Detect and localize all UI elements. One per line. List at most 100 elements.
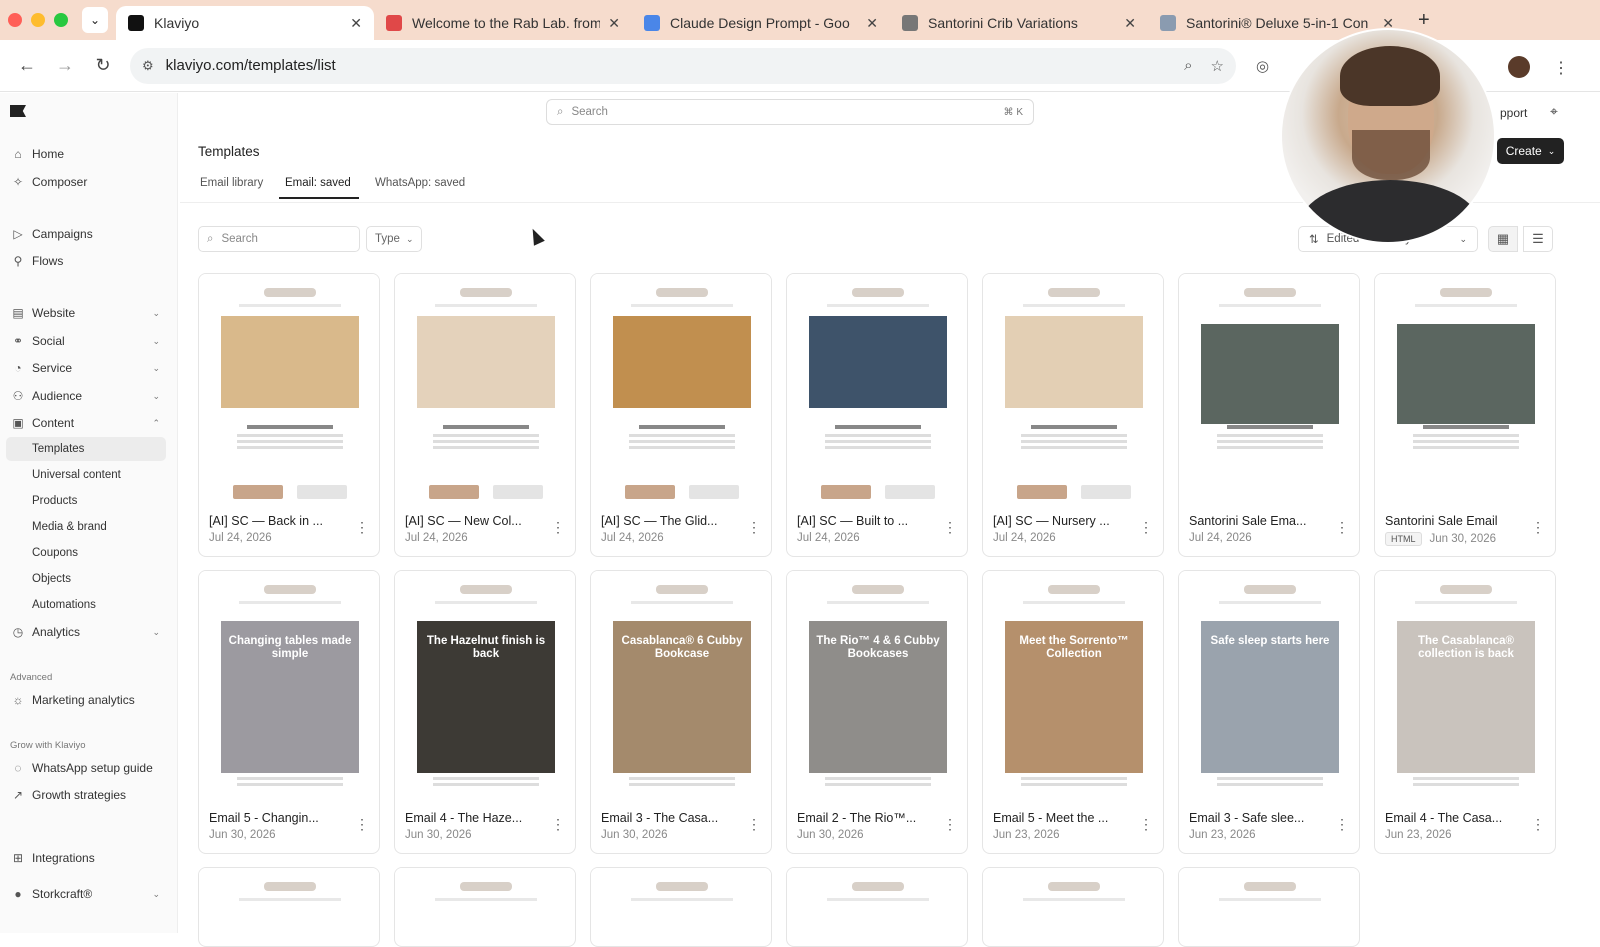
template-menu-icon[interactable]: ⋮ <box>551 816 565 833</box>
template-preview[interactable]: The Rio™ 4 & 6 Cubby Bookcases <box>787 571 967 799</box>
browser-tab[interactable]: Santorini Crib Variations ✕ <box>890 6 1148 40</box>
url-text[interactable]: klaviyo.com/templates/list <box>166 57 1166 74</box>
template-card[interactable]: The Rio™ 4 & 6 Cubby Bookcases Email 2 - … <box>786 570 968 854</box>
template-card[interactable] <box>786 867 968 947</box>
template-title[interactable]: Email 4 - The Casa... <box>1385 811 1535 825</box>
template-title[interactable]: [AI] SC — New Col... <box>405 514 555 528</box>
template-menu-icon[interactable]: ⋮ <box>1139 816 1153 833</box>
global-search-input[interactable]: ⌕ Search ⌘ K <box>546 99 1034 125</box>
zoom-icon[interactable]: ⌕ <box>1184 57 1192 74</box>
template-title[interactable]: Santorini Sale Ema... <box>1189 514 1339 528</box>
template-title[interactable]: Email 3 - The Casa... <box>601 811 751 825</box>
sidebar-subitem-universal-content[interactable]: Universal content <box>6 463 166 487</box>
template-preview[interactable] <box>983 274 1163 502</box>
template-card[interactable]: [AI] SC — New Col... Jul 24, 2026 ⋮ <box>394 273 576 557</box>
template-title[interactable]: [AI] SC — Built to ... <box>797 514 947 528</box>
template-title[interactable]: Email 2 - The Rio™... <box>797 811 947 825</box>
template-preview[interactable]: The Casablanca® collection is back <box>1375 571 1555 799</box>
template-menu-icon[interactable]: ⋮ <box>1335 816 1349 833</box>
site-settings-icon[interactable]: ⚙ <box>142 58 154 74</box>
new-tab-button[interactable]: + <box>1418 9 1430 32</box>
template-preview[interactable] <box>591 274 771 502</box>
template-menu-icon[interactable]: ⋮ <box>1531 816 1545 833</box>
template-menu-icon[interactable]: ⋮ <box>551 519 565 536</box>
template-menu-icon[interactable]: ⋮ <box>1335 519 1349 536</box>
tab-whatsapp-saved[interactable]: WhatsApp: saved <box>375 177 465 189</box>
list-view-button[interactable]: ☰ <box>1523 226 1553 252</box>
template-card[interactable]: [AI] SC — Back in ... Jul 24, 2026 ⋮ <box>198 273 380 557</box>
template-card[interactable] <box>982 867 1164 947</box>
close-tab-icon[interactable]: ✕ <box>866 15 878 32</box>
template-title[interactable]: Email 4 - The Haze... <box>405 811 555 825</box>
template-card[interactable]: The Hazelnut finish is back Email 4 - The… <box>394 570 576 854</box>
template-title[interactable]: [AI] SC — Back in ... <box>209 514 359 528</box>
tab-email-library[interactable]: Email library <box>200 177 263 189</box>
template-menu-icon[interactable]: ⋮ <box>1139 519 1153 536</box>
template-card[interactable] <box>590 867 772 947</box>
sidebar-item-home[interactable]: ⌂ Home <box>10 142 166 166</box>
tab-email-saved[interactable]: Email: saved <box>285 177 351 189</box>
sidebar-item-social[interactable]: ⚭ Social ⌄ <box>10 329 166 353</box>
template-card[interactable]: Safe sleep starts here Email 3 - Safe sle… <box>1178 570 1360 854</box>
template-preview[interactable]: Changing tables made simple <box>199 571 379 799</box>
template-preview[interactable]: Safe sleep starts here <box>1179 571 1359 799</box>
sidebar-subitem-coupons[interactable]: Coupons <box>6 541 166 565</box>
support-link[interactable]: pport <box>1500 106 1527 120</box>
template-preview[interactable] <box>787 274 967 502</box>
sidebar-subitem-templates[interactable]: Templates <box>6 437 166 461</box>
template-preview[interactable] <box>787 868 967 928</box>
template-title[interactable]: Email 5 - Changin... <box>209 811 359 825</box>
tab-search-chevron-icon[interactable]: ⌄ <box>82 7 108 33</box>
template-menu-icon[interactable]: ⋮ <box>943 519 957 536</box>
template-menu-icon[interactable]: ⋮ <box>747 816 761 833</box>
template-card[interactable]: [AI] SC — Nursery ... Jul 24, 2026 ⋮ <box>982 273 1164 557</box>
template-preview[interactable] <box>1375 274 1555 502</box>
template-preview[interactable] <box>1179 868 1359 928</box>
forward-arrow-icon[interactable]: → <box>50 55 80 76</box>
bookmark-star-icon[interactable]: ☆ <box>1211 57 1224 75</box>
template-menu-icon[interactable]: ⋮ <box>355 519 369 536</box>
sidebar-item-service[interactable]: ◔ Service ⌄ <box>10 356 166 380</box>
template-menu-icon[interactable]: ⋮ <box>355 816 369 833</box>
close-tab-icon[interactable]: ✕ <box>350 15 362 32</box>
sidebar-item-integrations[interactable]: ⊞ Integrations <box>10 846 166 870</box>
templates-search-input[interactable]: ⌕ Search <box>198 226 360 252</box>
reload-icon[interactable]: ↻ <box>88 55 118 76</box>
sidebar-item-analytics[interactable]: ◷ Analytics ⌄ <box>10 620 166 644</box>
template-title[interactable]: [AI] SC — Nursery ... <box>993 514 1143 528</box>
browser-menu-icon[interactable]: ⋮ <box>1553 58 1569 78</box>
template-title[interactable]: Email 5 - Meet the ... <box>993 811 1143 825</box>
template-card[interactable] <box>198 867 380 947</box>
create-button[interactable]: Create ⌄ <box>1497 138 1564 164</box>
sidebar-item-composer[interactable]: ✧ Composer <box>10 170 166 194</box>
template-card[interactable]: Santorini Sale Email HTML Jun 30, 2026 ⋮ <box>1374 273 1556 557</box>
sidebar-item-growth-strategies[interactable]: ↗ Growth strategies <box>10 783 166 807</box>
maximize-window-button[interactable] <box>54 13 68 27</box>
template-menu-icon[interactable]: ⋮ <box>943 816 957 833</box>
template-card[interactable]: Changing tables made simple Email 5 - Cha… <box>198 570 380 854</box>
sidebar-item-content[interactable]: ▣ Content ⌃ <box>10 411 166 435</box>
template-title[interactable]: Santorini Sale Email <box>1385 514 1535 528</box>
close-tab-icon[interactable]: ✕ <box>608 15 620 32</box>
browser-tab[interactable]: Claude Design Prompt - Goo ✕ <box>632 6 890 40</box>
back-arrow-icon[interactable]: ← <box>12 55 42 76</box>
browser-tab[interactable]: Welcome to the Rab Lab. from ✕ <box>374 6 632 40</box>
template-preview[interactable] <box>983 868 1163 928</box>
sidebar-item-website[interactable]: ▤ Website ⌄ <box>10 301 166 325</box>
screenshot-camera-icon[interactable]: ◎ <box>1256 57 1269 75</box>
close-tab-icon[interactable]: ✕ <box>1124 15 1136 32</box>
template-card[interactable] <box>1178 867 1360 947</box>
template-preview[interactable] <box>591 868 771 928</box>
minimize-window-button[interactable] <box>31 13 45 27</box>
sidebar-item-audience[interactable]: ⚇ Audience ⌄ <box>10 384 166 408</box>
sidebar-subitem-products[interactable]: Products <box>6 489 166 513</box>
template-menu-icon[interactable]: ⋮ <box>747 519 761 536</box>
account-switcher[interactable]: ● Storkcraft® ⌄ <box>10 882 166 906</box>
browser-tab[interactable]: Klaviyo ✕ <box>116 6 374 40</box>
sidebar-item-whatsapp-guide[interactable]: ◌ WhatsApp setup guide <box>10 756 166 780</box>
omnibox[interactable]: ⚙ klaviyo.com/templates/list ⌕ ☆ <box>130 47 1236 84</box>
sidebar-item-campaigns[interactable]: ▷ Campaigns <box>10 222 166 246</box>
template-card[interactable]: The Casablanca® collection is back Email … <box>1374 570 1556 854</box>
template-preview[interactable]: Meet the Sorrento™ Collection <box>983 571 1163 799</box>
template-title[interactable]: [AI] SC — The Glid... <box>601 514 751 528</box>
